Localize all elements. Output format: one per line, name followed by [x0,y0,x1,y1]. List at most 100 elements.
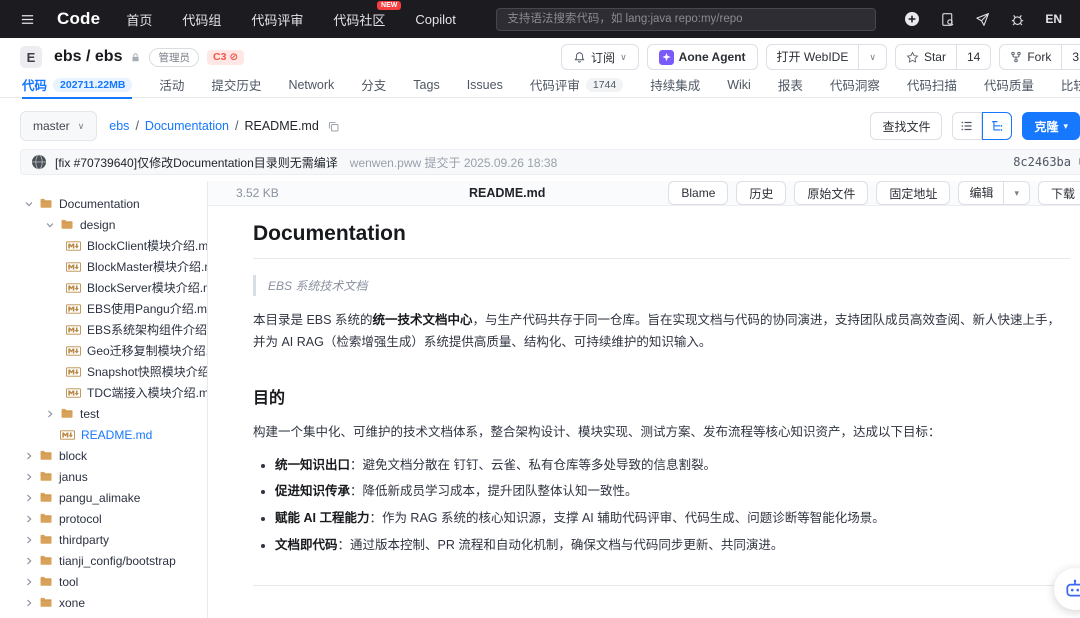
chevron-right-icon[interactable] [24,598,39,608]
bug-icon[interactable] [1010,12,1025,27]
breadcrumb-separator: / [135,119,138,133]
file-action-button[interactable]: Blame [668,181,728,205]
repo-tab[interactable]: 代码洞察 [830,72,880,98]
fork-button[interactable]: Fork [1000,45,1061,69]
file-action-button[interactable]: 固定地址 [876,181,950,205]
committer-avatar [31,154,47,170]
tree-item-folder[interactable]: thirdparty [0,529,207,550]
edit-split-button: 编辑▾ [958,181,1030,205]
file-action-button[interactable]: 历史 [736,181,786,205]
chevron-right-icon[interactable] [24,451,39,461]
repo-tab[interactable]: 分支 [361,72,386,98]
repo-tab[interactable]: Tags [413,72,439,98]
list-view-button[interactable] [952,112,982,140]
folder-icon [60,218,74,231]
repo-avatar: E [20,46,42,68]
commit-message[interactable]: [fix #70739640]仅修改Documentation目录则无需编译 [55,154,338,171]
tree-item-folder[interactable]: protocol [0,508,207,529]
purpose-bullet: 统一知识出口：避免文档分散在 钉钉、云雀、私有仓库等多处导致的信息割裂。 [275,456,1070,475]
navbar-item[interactable]: NEW代码社区 [333,10,385,29]
tree-item-file[interactable]: Geo迁移复制模块介绍.md [0,340,207,361]
webide-dropdown[interactable]: ∨ [858,45,886,69]
tree-item-folder[interactable]: test [0,403,207,424]
tree-icon [990,119,1004,133]
latest-commit-bar[interactable]: [fix #70739640]仅修改Documentation目录则无需编译 w… [20,149,1080,175]
folder-icon [39,470,53,483]
code-search-icon[interactable] [940,12,955,27]
aone-agent-button[interactable]: Aone Agent [647,44,758,70]
repo-tab[interactable]: 代码扫描 [907,72,957,98]
breadcrumb-item[interactable]: README.md [244,119,318,133]
repo-tab[interactable]: 代码202711.22MB [22,72,132,98]
tree-item-file[interactable]: Snapshot快照模块介绍.md [0,361,207,382]
tree-item-folder[interactable]: Documentation [0,193,207,214]
app-logo[interactable]: Code [57,9,100,29]
edit-dropdown[interactable]: ▾ [1003,182,1029,204]
repo-tab[interactable]: 持续集成 [650,72,700,98]
tree-item-file[interactable]: BlockClient模块介绍.md [0,235,207,256]
star-count[interactable]: 14 [956,45,990,69]
send-icon[interactable] [975,12,990,27]
open-webide-button[interactable]: 打开 WebIDE [767,45,859,69]
md-icon [66,388,81,398]
repo-tab[interactable]: 比较 [1061,72,1080,98]
breadcrumb-item[interactable]: ebs [109,119,129,133]
copy-path-icon[interactable] [327,120,340,133]
navbar-item[interactable]: 首页 [126,10,152,29]
search-input[interactable] [496,8,876,31]
navbar-item[interactable]: 代码评审 [251,10,303,29]
find-file-button[interactable]: 查找文件 [870,112,942,140]
section-divider [253,585,1070,586]
navbar-item[interactable]: 代码组 [182,10,221,29]
repo-tab[interactable]: 代码评审1744 [530,72,623,98]
plus-circle-icon[interactable] [904,11,920,27]
edit-button[interactable]: 编辑 [959,182,1003,204]
chevron-right-icon[interactable] [24,472,39,482]
md-icon [66,283,81,293]
chevron-right-icon[interactable] [24,535,39,545]
chevron-down-icon[interactable] [45,220,60,230]
repo-tab[interactable]: 代码质量 [984,72,1034,98]
chevron-right-icon[interactable] [24,493,39,503]
chevron-right-icon[interactable] [24,514,39,524]
repo-tab[interactable]: 活动 [159,72,184,98]
fork-count[interactable]: 3 [1061,45,1080,69]
clone-button[interactable]: 克隆▾ [1022,112,1080,140]
chevron-right-icon[interactable] [24,556,39,566]
tree-item-file[interactable]: TDC端接入模块介绍.md [0,382,207,403]
download-button[interactable]: 下载 [1038,181,1080,205]
tree-item-file[interactable]: .alimake_rc [0,613,207,618]
breadcrumb-item[interactable]: Documentation [145,119,229,133]
doc-blockquote: EBS 系统技术文档 [253,275,1070,296]
tree-view-button[interactable] [982,112,1012,140]
tree-item-folder[interactable]: xone [0,592,207,613]
repo-tab[interactable]: Issues [467,72,503,98]
navbar-item[interactable]: Copilot [415,12,455,27]
tree-item-folder[interactable]: tianji_config/bootstrap [0,550,207,571]
branch-selector[interactable]: master∨ [20,111,97,141]
repo-tab[interactable]: Network [288,72,334,98]
tree-item-file[interactable]: BlockMaster模块介绍.md [0,256,207,277]
tree-item-folder[interactable]: janus [0,466,207,487]
tree-item-folder[interactable]: design [0,214,207,235]
chevron-right-icon[interactable] [24,577,39,587]
tree-item-file[interactable]: EBS使用Pangu介绍.md [0,298,207,319]
repo-actions: 订阅∨ Aone Agent 打开 WebIDE ∨ Star 14 [561,44,1080,70]
language-toggle[interactable]: EN [1045,12,1062,26]
repo-tab[interactable]: 报表 [778,72,803,98]
chevron-down-icon[interactable] [24,199,39,209]
tree-item-file[interactable]: EBS系统架构组件介绍.md [0,319,207,340]
repo-tab[interactable]: Wiki [727,72,751,98]
tree-item-folder[interactable]: pangu_alimake [0,487,207,508]
breadcrumb: ebs/Documentation/README.md [109,119,340,133]
chevron-right-icon[interactable] [45,409,60,419]
star-button[interactable]: Star [896,45,956,69]
hamburger-menu-icon[interactable] [16,8,39,31]
file-action-button[interactable]: 原始文件 [794,181,868,205]
tree-item-folder[interactable]: block [0,445,207,466]
tree-item-folder[interactable]: tool [0,571,207,592]
tree-item-file[interactable]: README.md [0,424,207,445]
tree-item-file[interactable]: BlockServer模块介绍.md [0,277,207,298]
subscribe-button[interactable]: 订阅∨ [561,44,639,70]
repo-tab[interactable]: 提交历史 [211,72,261,98]
